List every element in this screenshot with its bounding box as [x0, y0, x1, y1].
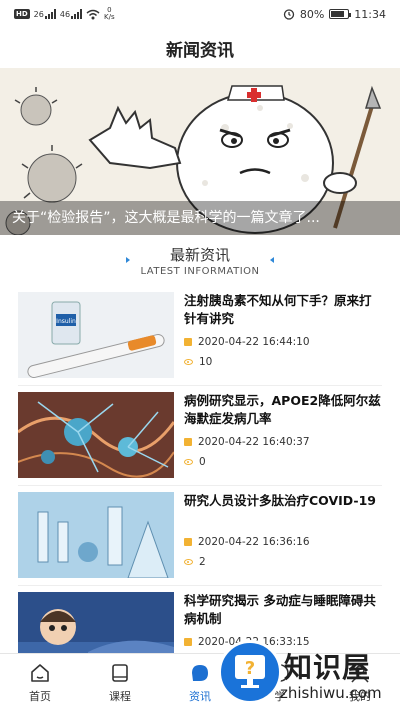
- calendar-icon: [184, 638, 192, 646]
- home-icon: [31, 664, 49, 682]
- svg-text:?: ?: [245, 658, 255, 679]
- news-item[interactable]: 病例研究显示，APOE2降低阿尔兹海默症发病几率 2020-04-22 16:4…: [18, 392, 382, 478]
- news-views-count: 10: [199, 356, 213, 368]
- news-item[interactable]: Insulin 注射胰岛素不知从何下手？原来打针有讲究 2020-04-22 1…: [18, 292, 382, 378]
- news-item[interactable]: 研究人员设计多肽治疗COVID-19 2020-04-22 16:36:16 2: [18, 492, 382, 578]
- news-thumbnail: Insulin: [18, 292, 174, 378]
- section-header: 最新资讯 LATEST INFORMATION: [0, 240, 400, 280]
- watermark-logo: ? 知识屋 zhishiwu.com: [212, 638, 400, 711]
- divider: [18, 585, 382, 586]
- news-title: 研究人员设计多肽治疗COVID-19: [184, 493, 376, 508]
- signal-label-1: 26: [33, 10, 44, 19]
- news-date-text: 2020-04-22 16:40:37: [198, 436, 310, 448]
- nav-news-label: 资讯: [189, 690, 211, 703]
- hd-badge: HD: [14, 9, 30, 19]
- eye-icon: [184, 559, 193, 565]
- news-date: 2020-04-22 16:40:37: [184, 436, 310, 448]
- nav-courses-label: 课程: [109, 690, 131, 703]
- news-date: 2020-04-22 16:36:16: [184, 536, 310, 548]
- news-views-count: 2: [199, 556, 206, 568]
- news-date: 2020-04-22 16:44:10: [184, 336, 310, 348]
- news-title: 科学研究揭示 多动症与睡眠障碍共病机制: [184, 593, 376, 626]
- news-title: 注射胰岛素不知从何下手？原来打针有讲究: [184, 293, 372, 326]
- news-title: 病例研究显示，APOE2降低阿尔兹海默症发病几率: [184, 393, 381, 426]
- divider: [18, 385, 382, 386]
- banner-caption: 关于“检验报告”，这大概是最科学的一篇文章了...: [0, 201, 400, 235]
- news-body: 注射胰岛素不知从何下手？原来打针有讲究 2020-04-22 16:44:10 …: [174, 292, 382, 378]
- triangle-left-icon: [126, 257, 130, 263]
- net-speed: 0 K/s: [104, 7, 115, 21]
- net-speed-unit: K/s: [104, 13, 115, 21]
- wifi-icon: [86, 9, 100, 19]
- clock: 11:34: [354, 7, 386, 21]
- calendar-icon: [184, 538, 192, 546]
- news-thumbnail: [18, 492, 174, 578]
- status-left: HD 26 46 0 K/s: [14, 7, 115, 21]
- news-body: 研究人员设计多肽治疗COVID-19 2020-04-22 16:36:16 2: [174, 492, 382, 578]
- news-views: 10: [184, 356, 212, 368]
- battery-percent: 80%: [299, 7, 325, 21]
- section-title: 最新资讯: [169, 246, 230, 264]
- book-icon: [112, 664, 128, 682]
- page-title: 新闻资讯: [166, 40, 234, 61]
- battery-fill: [331, 11, 345, 17]
- app-header: 新闻资讯: [0, 28, 400, 68]
- news-date-text: 2020-04-22 16:44:10: [198, 336, 310, 348]
- news-icon: [192, 665, 208, 681]
- watermark-url: zhishiwu.com: [280, 684, 382, 702]
- watermark-help-icon: ?: [218, 640, 282, 704]
- calendar-icon: [184, 338, 192, 346]
- nav-home[interactable]: 首页: [0, 654, 80, 711]
- eye-icon: [184, 459, 193, 465]
- divider: [18, 485, 382, 486]
- signal-label-2: 46: [59, 10, 71, 19]
- signal-icon-2: 46: [59, 9, 83, 19]
- triangle-right-icon: [270, 257, 274, 263]
- nav-home-label: 首页: [29, 690, 51, 703]
- banner-carousel[interactable]: 关于“检验报告”，这大概是最科学的一篇文章了...: [0, 68, 400, 235]
- news-views: 2: [184, 556, 206, 568]
- news-views: 0: [184, 456, 206, 468]
- status-right: 80% 11:34: [283, 8, 386, 21]
- calendar-icon: [184, 438, 192, 446]
- insulin-label: Insulin: [56, 318, 76, 325]
- nav-courses[interactable]: 课程: [80, 654, 160, 711]
- news-body: 病例研究显示，APOE2降低阿尔兹海默症发病几率 2020-04-22 16:4…: [174, 392, 382, 478]
- section-subtitle: LATEST INFORMATION: [140, 266, 260, 277]
- watermark-text: 知识屋: [284, 651, 372, 684]
- signal-icon-1: 26: [34, 9, 56, 19]
- status-bar: HD 26 46 0 K/s 80% 11:34: [0, 0, 400, 28]
- battery-icon: [329, 9, 352, 19]
- news-date-text: 2020-04-22 16:36:16: [198, 536, 310, 548]
- news-views-count: 0: [199, 456, 206, 468]
- news-thumbnail: [18, 392, 174, 478]
- eye-icon: [184, 359, 193, 365]
- alarm-icon: [283, 9, 294, 20]
